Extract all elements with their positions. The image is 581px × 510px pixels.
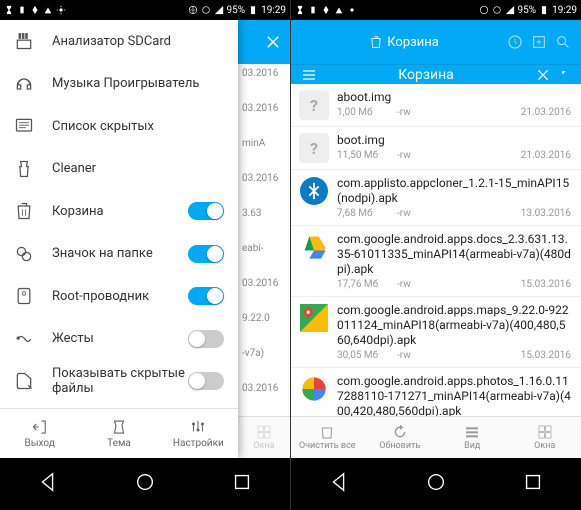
drawer-item-music[interactable]: Музыка Проигрыватель	[0, 63, 238, 106]
page-title: Корзина	[398, 67, 454, 83]
theme-button[interactable]: Тема	[79, 409, 158, 458]
settings-button[interactable]: Настройки	[159, 409, 238, 458]
close-icon[interactable]	[535, 67, 551, 83]
battery-pct: 95%	[227, 5, 246, 16]
maps-icon	[299, 303, 329, 333]
recent-button[interactable]	[231, 471, 253, 497]
apk-icon	[299, 176, 329, 206]
file-row[interactable]: com.applisto.appcloner_1.2.1-15_minAPI15…	[291, 170, 581, 226]
file-list: ? aboot.img 1,00 Мб-rw21.03.2016 ? boot.…	[291, 84, 581, 458]
back-button[interactable]	[37, 471, 59, 497]
expand-icon[interactable]	[561, 70, 571, 80]
file-icon: ?	[299, 90, 329, 120]
drawer-bottom: Выход Тема Настройки	[0, 408, 238, 458]
exit-button[interactable]: Выход	[0, 409, 79, 458]
toggle-folder-icon[interactable]	[188, 245, 224, 263]
bottom-bar-left: Окна	[238, 416, 290, 458]
refresh-button[interactable]: Обновить	[364, 417, 437, 458]
close-icon[interactable]	[264, 33, 282, 51]
tab-strip	[238, 20, 290, 64]
recent-button[interactable]	[522, 471, 544, 497]
status-bar: 95% 19:29	[0, 0, 290, 20]
drawer-item-show-hidden[interactable]: Показывать скрытые файлы	[0, 360, 238, 403]
search-icon[interactable]	[555, 34, 571, 50]
photos-icon	[299, 374, 329, 404]
nav-bar	[0, 458, 290, 510]
windows-button[interactable]: Окна	[509, 417, 581, 458]
drawer-item-hidden-list[interactable]: Список скрытых	[0, 105, 238, 148]
nav-drawer: Анализатор SDCard Музыка Проигрыватель С…	[0, 20, 238, 458]
home-button[interactable]	[425, 471, 447, 497]
view-button[interactable]: Вид	[436, 417, 509, 458]
menu-icon[interactable]	[301, 67, 317, 83]
clear-all-button[interactable]: Очистить все	[291, 417, 364, 458]
new-icon[interactable]	[531, 34, 547, 50]
nav-bar	[291, 458, 581, 510]
clock: 19:29	[261, 5, 286, 16]
sub-header: Корзина	[291, 64, 581, 84]
history-icon[interactable]	[507, 34, 523, 50]
trash-icon	[369, 35, 383, 49]
status-bar: 95% 19:29	[291, 0, 581, 20]
file-row[interactable]: com.google.android.apps.docs_2.3.631.13.…	[291, 226, 581, 297]
background-peek: 03.201603.2016 minA03.2016 3.63eabi- 03.…	[238, 64, 290, 438]
phone-right: 95% 19:29 Корзина Корзина ? aboot.img 1,…	[291, 0, 581, 510]
toggle-gestures[interactable]	[188, 330, 224, 348]
tab-title: Корзина	[387, 35, 439, 50]
drawer-item-root[interactable]: Root-проводник	[0, 275, 238, 318]
home-button[interactable]	[134, 471, 156, 497]
windows-button[interactable]: Окна	[238, 417, 290, 458]
drawer-item-folder-icon[interactable]: Значок на папке	[0, 233, 238, 276]
app-header: Корзина	[291, 20, 581, 64]
toggle-root[interactable]	[188, 287, 224, 305]
drawer-item-gestures[interactable]: Жесты	[0, 318, 238, 361]
drawer-item-cleaner[interactable]: Cleaner	[0, 148, 238, 191]
back-button[interactable]	[328, 471, 350, 497]
file-row[interactable]: ? aboot.img 1,00 Мб-rw21.03.2016	[291, 84, 581, 127]
toggle-show-hidden[interactable]	[188, 372, 224, 390]
file-row[interactable]: ? boot.img 11,50 Мб-rw21.03.2016	[291, 127, 581, 170]
bottom-bar: Очистить все Обновить Вид Окна	[291, 416, 581, 458]
drawer-item-sdcard[interactable]: Анализатор SDCard	[0, 20, 238, 63]
toggle-trash[interactable]	[188, 202, 224, 220]
file-icon: ?	[299, 133, 329, 163]
drive-icon	[299, 232, 329, 262]
phone-left: 95% 19:29 03.201603.2016 minA03.2016 3.6…	[0, 0, 290, 510]
file-row[interactable]: com.google.android.apps.maps_9.22.0-9220…	[291, 297, 581, 368]
drawer-item-trash[interactable]: Корзина	[0, 190, 238, 233]
